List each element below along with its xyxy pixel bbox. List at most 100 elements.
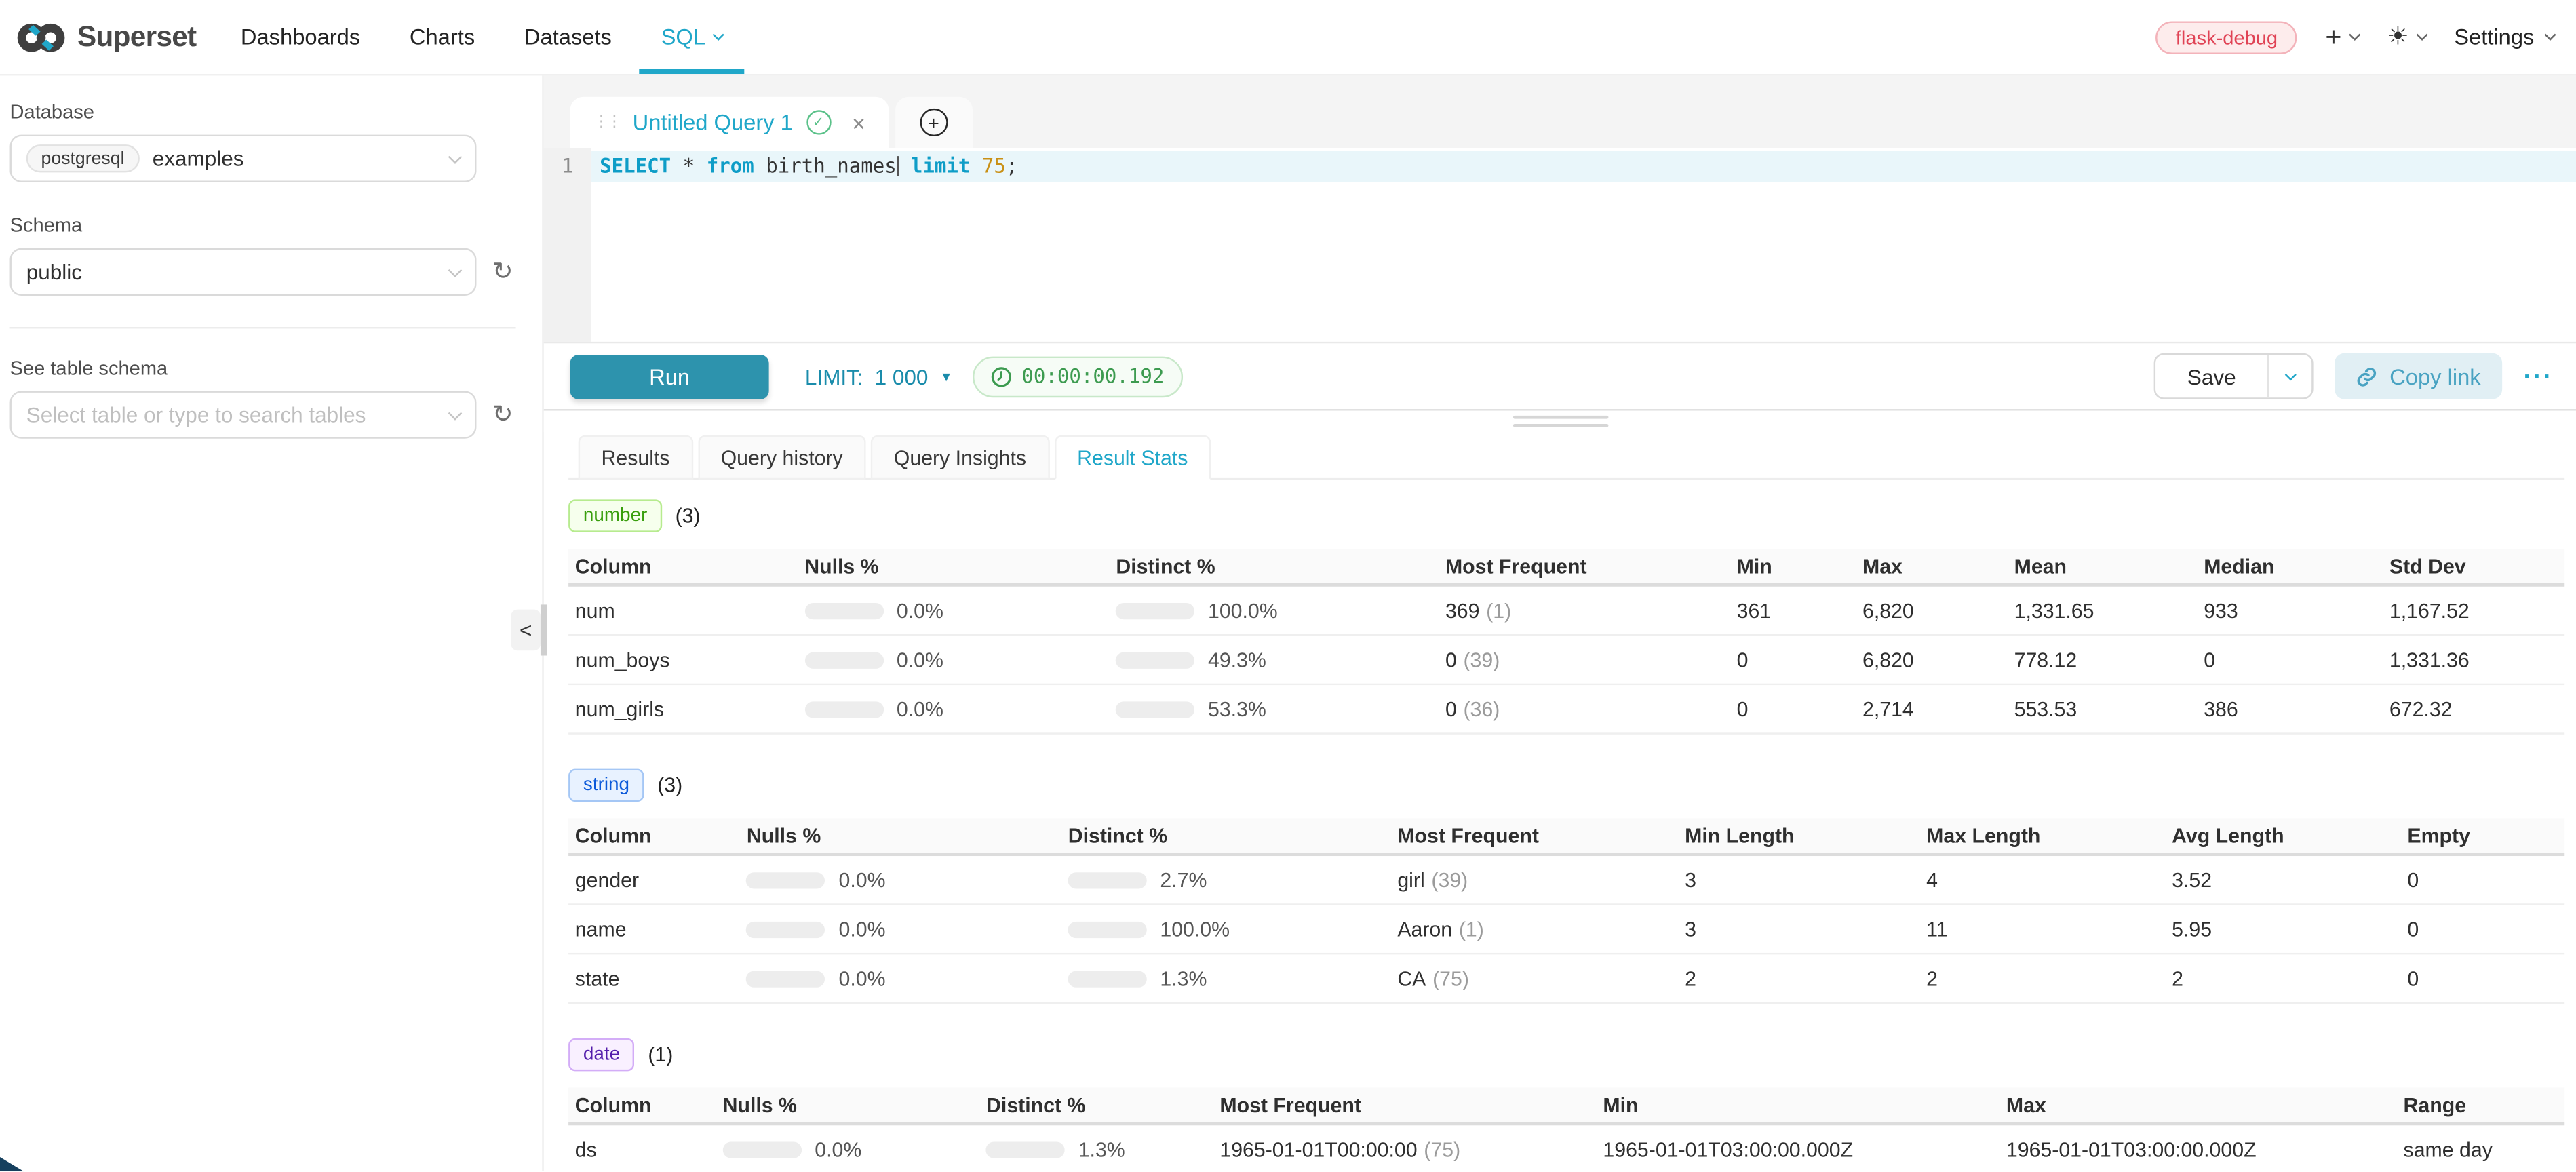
tab-results[interactable]: Results [579,435,693,480]
nav-item-datasets[interactable]: Datasets [524,0,612,74]
theme-menu[interactable]: ☀ [2387,24,2426,49]
collapse-sidebar-button[interactable]: < [511,610,541,651]
schema-value: public [26,260,82,284]
stats-section-number: number(3)ColumnNulls %Distinct %Most Fre… [568,499,2564,734]
superset-logo[interactable]: Superset [16,20,196,54]
line-number: 1 [562,155,574,178]
table-cell: 2 [1678,967,1919,990]
frequent-value: 1965-01-01T00:00:00 [1219,1137,1417,1160]
new-query-tab-button[interactable]: + [895,97,973,148]
table-cell: 6,820 [1856,599,2008,622]
schema-label: Schema [10,214,543,237]
table-cell: 53.3% [1110,697,1439,720]
chevron-down-icon [2417,29,2427,39]
column-header: Most Frequent [1213,1093,1597,1116]
percent-label: 100.0% [1208,599,1278,622]
table-row: ds0.0%1.3%1965-01-01T00:00:00(75)1965-01… [568,1125,2564,1172]
refresh-schemas-icon[interactable]: ↻ [490,260,516,284]
table-cell: 49.3% [1110,648,1439,671]
nav-item-label: SQL [661,24,705,49]
table-cell: 0 [1730,648,1856,671]
query-timer-badge: 00:00:00.192 [973,355,1182,397]
nav-item-sql[interactable]: SQL [661,0,723,74]
column-header: Min [1730,555,1856,578]
nav-item-charts[interactable]: Charts [410,0,475,74]
table-cell: 0(39) [1439,648,1730,671]
type-badge-number: number [568,499,662,532]
result-stats-sections: number (3) ColumnNulls %Distinct %Most Fre… [568,480,2564,1172]
cell-column-name: num_girls [568,697,798,720]
table-cell: 0(36) [1439,697,1730,720]
more-actions-button[interactable]: ··· [2524,362,2554,390]
new-item-menu[interactable]: + [2325,23,2359,51]
table-cell: 0.0% [716,1137,979,1160]
sql-editor[interactable]: 1 SELECT * from birth_names limit 75; [544,148,2576,342]
database-label: Database [10,100,543,123]
progress-bar [1068,921,1147,937]
link-icon [2357,366,2378,387]
tab-query-history[interactable]: Query history [698,435,866,480]
table-cell: 100.0% [1110,599,1439,622]
column-header: Column [568,824,740,847]
save-options-button[interactable] [2269,355,2312,397]
limit-label: LIMIT: [805,364,863,389]
limit-dropdown[interactable]: LIMIT: 1 000 ▼ [805,364,953,389]
pane-resize-handle[interactable] [544,411,2576,432]
close-tab-icon[interactable]: × [852,111,865,134]
refresh-tables-icon[interactable]: ↻ [490,402,516,427]
settings-menu[interactable]: Settings [2454,24,2553,49]
table-cell: 0.0% [798,697,1110,720]
table-cell: 4 [1919,868,2165,891]
table-cell: 1,331.36 [2383,648,2564,671]
sql-lab-page: Superset Dashboards Charts Datasets SQL fla… [0,0,2576,1172]
column-count: (3) [676,505,701,528]
column-header: Min [1597,1093,1999,1116]
table-select[interactable]: Select table or type to search tables [10,391,477,439]
table-cell: 0.0% [798,599,1110,622]
chevron-down-icon [448,406,463,420]
percent-label: 1.3% [1160,967,1207,990]
table-cell: 933 [2198,599,2383,622]
query-tab-strip: ⋮⋮ Untitled Query 1 ✓ × + [544,75,2576,148]
sql-code-line: SELECT * from birth_names limit 75; [591,151,2576,182]
progress-bar [747,970,825,986]
table-cell: 2 [1919,967,2165,990]
section-header: string(3) [568,769,2564,802]
table-cell: 11 [1919,918,2165,941]
navbar-right: flask-debug + ☀ Settings [2156,20,2554,53]
editor-code-area[interactable]: SELECT * from birth_names limit 75; [591,148,2576,342]
table-cell: 1,167.52 [2383,599,2564,622]
table-cell: 2.7% [1061,868,1391,891]
table-row: num0.0%100.0%369(1)3616,8201,331.659331,… [568,587,2564,636]
nav-item-dashboards[interactable]: Dashboards [241,0,360,74]
resize-handle-line [1513,423,1607,427]
cell-column-name: gender [568,868,740,891]
nav-item-label: Dashboards [241,24,360,49]
database-select[interactable]: postgresql examples [10,135,477,182]
table-header-row: ColumnNulls %Distinct %Most FrequentMinM… [568,1088,2564,1126]
query-tab[interactable]: ⋮⋮ Untitled Query 1 ✓ × [570,97,889,148]
percent-label: 49.3% [1208,648,1266,671]
table-select-placeholder: Select table or type to search tables [26,402,366,427]
primary-nav: Dashboards Charts Datasets SQL [241,0,723,74]
percent-label: 0.0% [839,868,886,891]
table-cell: 1965-01-01T00:00:00(75) [1213,1137,1597,1160]
sql-token: birth_names [754,155,897,178]
stats-table: ColumnNulls %Distinct %Most FrequentMinM… [568,1088,2564,1172]
tab-result-stats[interactable]: Result Stats [1054,435,1211,480]
percent-label: 0.0% [839,967,886,990]
cell-column-name: state [568,967,740,990]
save-button[interactable]: Save [2156,355,2267,397]
frequent-value: 0 [1445,648,1457,671]
column-header: Max Length [1919,824,2165,847]
tab-query-insights[interactable]: Query Insights [871,435,1049,480]
table-schema-label: See table schema [10,357,543,380]
chevron-down-icon [2286,369,2296,379]
scrollbar-thumb[interactable] [541,604,546,655]
run-button[interactable]: Run [570,354,769,398]
frequent-value: 0 [1445,697,1457,720]
schema-select[interactable]: public [10,248,477,296]
copy-link-button[interactable]: Copy link [2335,353,2502,399]
database-value: examples [153,146,244,171]
drag-handle-icon[interactable]: ⋮⋮ [593,114,619,130]
